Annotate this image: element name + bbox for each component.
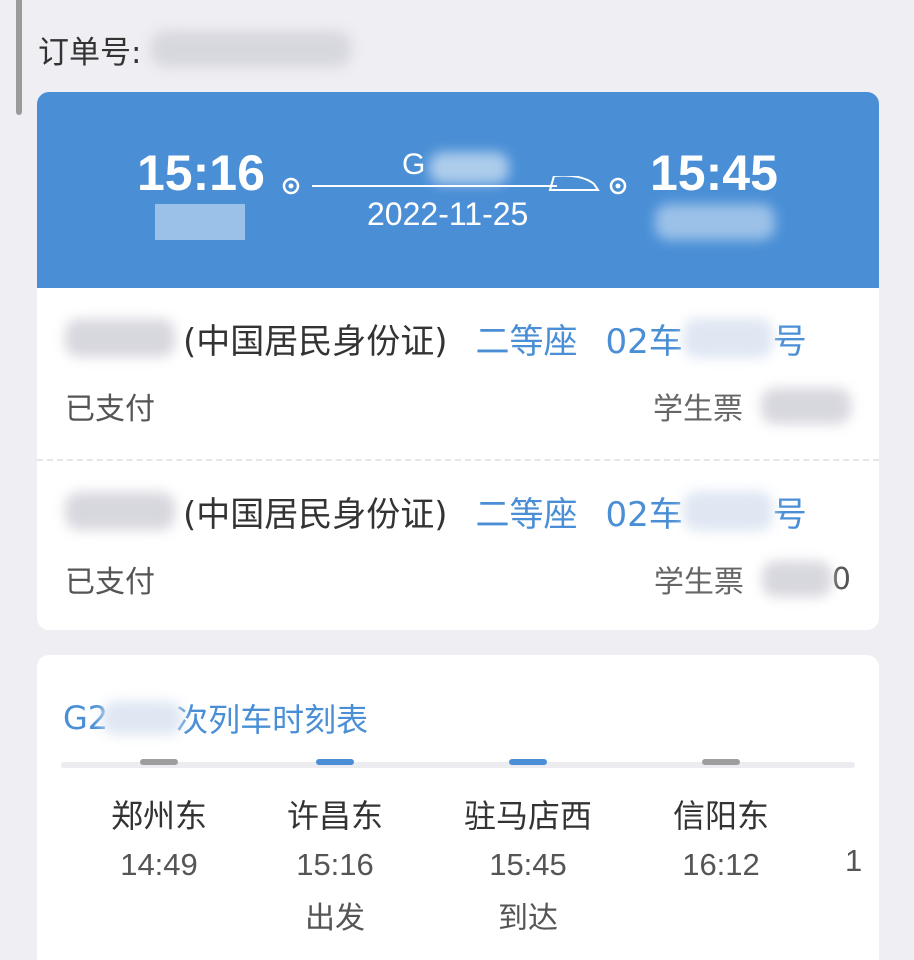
passenger-row[interactable]: (中国居民身份证) 二等座 02车 号 已支付 学生票 0 bbox=[37, 459, 879, 630]
stop-name: 信阳东 bbox=[626, 791, 816, 837]
stop-marker bbox=[316, 759, 354, 765]
depart-station-redacted bbox=[155, 204, 245, 240]
arrive-station-redacted bbox=[655, 204, 775, 240]
stop-marker bbox=[509, 759, 547, 765]
next-stop-peek: 1 bbox=[845, 843, 862, 879]
id-type: (中国居民身份证) bbox=[183, 314, 448, 363]
stop-time: 15:45 bbox=[433, 847, 623, 883]
seat-class: 二等座 bbox=[476, 314, 578, 363]
price-redacted bbox=[761, 388, 851, 424]
price-redacted bbox=[762, 561, 832, 597]
ticket-type: 学生票 bbox=[653, 384, 743, 428]
order-number-redacted bbox=[151, 31, 351, 67]
stop-label: 到达 bbox=[433, 893, 623, 937]
stop-time: 16:12 bbox=[626, 847, 816, 883]
car-number: 02车 bbox=[606, 487, 683, 536]
ticket-type: 学生票 bbox=[654, 557, 744, 601]
payment-status: 已支付 bbox=[65, 384, 155, 428]
payment-status: 已支付 bbox=[65, 557, 155, 601]
seat-suffix: 号 bbox=[773, 314, 807, 363]
seat-number-redacted bbox=[683, 491, 773, 531]
price-tail: 0 bbox=[832, 562, 851, 597]
order-number-row: 订单号: bbox=[38, 26, 351, 72]
train-number-redacted bbox=[429, 152, 509, 184]
stop-marker bbox=[702, 759, 740, 765]
stop-name: 驻马店西 bbox=[433, 791, 623, 837]
stop-time: 14:49 bbox=[64, 847, 254, 883]
arrive-time: 15:45 bbox=[650, 144, 778, 202]
passenger-name-redacted bbox=[65, 319, 175, 357]
seat-class: 二等座 bbox=[476, 487, 578, 536]
seat-number-redacted bbox=[683, 318, 773, 358]
ticket-card[interactable]: 15:16 G 2022-11-25 15:45 (中国居民身份证) 二等座 0… bbox=[37, 92, 879, 630]
timetable-title: G2 次列车时刻表 bbox=[63, 695, 368, 741]
seat-suffix: 号 bbox=[773, 487, 807, 536]
train-number-redacted bbox=[102, 701, 182, 735]
timetable-stop[interactable]: 郑州东 14:49 bbox=[64, 759, 254, 883]
passenger-name-redacted bbox=[65, 492, 175, 530]
depart-time: 15:16 bbox=[137, 144, 265, 202]
timetable-card[interactable]: G2 次列车时刻表 郑州东 14:49 许昌东 15:16 出发 驻马店西 15… bbox=[37, 655, 879, 960]
car-number: 02车 bbox=[606, 314, 683, 363]
id-type: (中国居民身份证) bbox=[183, 487, 448, 536]
passenger-row[interactable]: (中国居民身份证) 二等座 02车 号 已支付 学生票 bbox=[37, 288, 879, 459]
travel-date: 2022-11-25 bbox=[367, 196, 528, 233]
order-number-label: 订单号: bbox=[38, 27, 141, 72]
stop-name: 郑州东 bbox=[64, 791, 254, 837]
timetable-title-suffix: 次列车时刻表 bbox=[176, 695, 368, 741]
scrollbar[interactable] bbox=[16, 0, 22, 115]
timetable-stop[interactable]: 信阳东 16:12 bbox=[626, 759, 816, 883]
stop-name: 许昌东 bbox=[240, 791, 430, 837]
timetable-stop[interactable]: 驻马店西 15:45 到达 bbox=[433, 759, 623, 937]
train-number: G bbox=[402, 148, 425, 182]
trip-header: 15:16 G 2022-11-25 15:45 bbox=[37, 92, 879, 288]
stop-label: 出发 bbox=[240, 893, 430, 937]
stop-marker bbox=[140, 759, 178, 765]
timetable-stop[interactable]: 许昌东 15:16 出发 bbox=[240, 759, 430, 937]
stop-time: 15:16 bbox=[240, 847, 430, 883]
